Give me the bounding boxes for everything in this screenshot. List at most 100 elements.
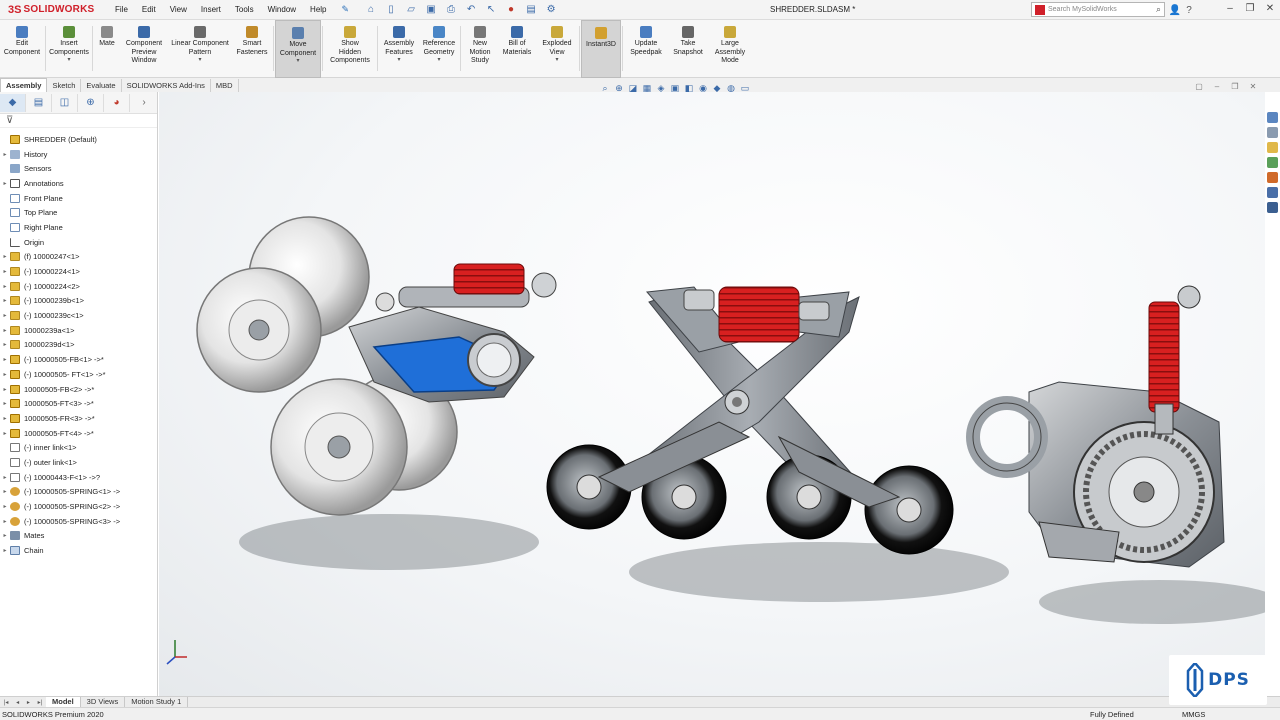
ribbon-button-linear-component-pattern[interactable]: Linear Component Pattern ▾ (168, 20, 232, 78)
view-palette-icon[interactable] (1267, 157, 1278, 168)
tree-node[interactable]: ▸ (-) 10000505- FT<1> ->* (0, 367, 157, 382)
solidworks-logo[interactable]: 3S SOLIDWORKS (0, 0, 108, 20)
expand-icon[interactable]: ▸ (0, 474, 10, 481)
expand-icon[interactable]: ▸ (0, 430, 10, 437)
tab-evaluate[interactable]: Evaluate (81, 79, 122, 92)
tree-node[interactable]: ▸ (-) 10000505-FB<1> ->* (0, 352, 157, 367)
home-icon[interactable]: ⌂ (363, 2, 379, 18)
chevron-down-icon[interactable]: ▾ (437, 57, 440, 63)
ribbon-button-instant3d[interactable]: Instant3D (581, 20, 621, 78)
menu-help[interactable]: Help (303, 0, 333, 20)
tree-node[interactable]: ▸ (-) 10000505-SPRING<2> -> (0, 499, 157, 514)
display-manager-icon[interactable]: ◕ (104, 93, 130, 112)
ribbon-button-exploded-view[interactable]: Exploded View ▾ (536, 20, 578, 78)
bottom-tab-3d-views[interactable]: 3D Views (81, 697, 126, 707)
tree-node[interactable]: (-) inner link<1> (0, 440, 157, 455)
options-gear-icon[interactable]: ⚙ (543, 2, 559, 18)
tree-node[interactable]: Origin (0, 235, 157, 250)
expand-icon[interactable]: ▸ (0, 503, 10, 510)
ribbon-button-insert-components[interactable]: Insert Components ▾ (47, 20, 91, 78)
tab-scroll-arrows[interactable]: |◂ ◂ ▸ ▸| (0, 697, 46, 707)
ribbon-button-edit-component[interactable]: Edit Component (0, 20, 44, 78)
expand-icon[interactable]: ▸ (0, 386, 10, 393)
restore-icon[interactable]: ❐ (1240, 0, 1260, 20)
chevron-down-icon[interactable]: ▾ (397, 57, 400, 63)
save-icon[interactable]: ▣ (423, 2, 439, 18)
ribbon-button-show-hidden-components[interactable]: Show Hidden Components (324, 20, 376, 78)
expand-icon[interactable]: ▸ (0, 518, 10, 525)
next-tab-icon[interactable]: ▸ (27, 699, 30, 706)
tree-node[interactable]: ▸ (-) 10000505-SPRING<3> -> (0, 514, 157, 529)
expand-icon[interactable]: ▸ (0, 151, 10, 158)
expand-icon[interactable]: ▸ (0, 415, 10, 422)
tree-node[interactable]: ▸ (f) 10000247<1> (0, 250, 157, 265)
ribbon-button-take-snapshot[interactable]: Take Snapshot (668, 20, 708, 78)
expand-icon[interactable]: ▸ (0, 547, 10, 554)
tree-node[interactable]: Front Plane (0, 191, 157, 206)
menu-tools[interactable]: Tools (228, 0, 261, 20)
print-icon[interactable]: ⎙ (443, 2, 459, 18)
ribbon-button-component-preview-window[interactable]: Component Preview Window (120, 20, 168, 78)
close-icon[interactable]: ✕ (1260, 0, 1280, 20)
viewport-minimize-icon[interactable]: ▢ (1190, 82, 1208, 91)
viewport-tile-icon[interactable]: ❐ (1226, 82, 1244, 91)
tree-node[interactable]: ▸ Mates (0, 529, 157, 544)
ribbon-button-assembly-features[interactable]: Assembly Features ▾ (379, 20, 419, 78)
prev-tab-icon[interactable]: ◂ (16, 699, 19, 706)
rebuild-icon[interactable]: ● (503, 2, 519, 18)
tree-node[interactable]: ▸ (-) 10000224<1> (0, 264, 157, 279)
tree-node[interactable]: ▸ 10000505-FB<2> ->* (0, 382, 157, 397)
search-box[interactable]: Search MySolidWorks ⌕ (1031, 2, 1165, 17)
design-library-icon[interactable] (1267, 127, 1278, 138)
tree-node[interactable]: ▸ (-) 10000443-F<1> ->? (0, 470, 157, 485)
search-input[interactable]: Search MySolidWorks (1048, 6, 1156, 13)
assembly-3d-view[interactable] (159, 92, 1265, 696)
tree-node[interactable]: ▸ (-) 10000505-SPRING<1> -> (0, 485, 157, 500)
tree-node[interactable]: ▸ 10000505-FR<3> ->* (0, 411, 157, 426)
magnifier-icon[interactable]: ⌕ (1156, 4, 1164, 15)
chevron-down-icon[interactable]: ▾ (296, 58, 299, 64)
tree-node[interactable]: Sensors (0, 161, 157, 176)
pin-icon[interactable]: ✎ (334, 4, 358, 15)
expand-icon[interactable]: ▸ (0, 180, 10, 187)
expand-icon[interactable]: ▸ (0, 488, 10, 495)
new-document-icon[interactable]: ▯ (383, 2, 399, 18)
undo-icon[interactable]: ↶ (463, 2, 479, 18)
left-wheel-assembly[interactable] (196, 216, 557, 516)
expand-icon[interactable]: ▸ (0, 283, 10, 290)
graphics-area[interactable] (159, 92, 1265, 696)
expand-icon[interactable]: ▸ (0, 312, 10, 319)
bottom-tab-model[interactable]: Model (46, 697, 81, 707)
expand-icon[interactable]: ▸ (0, 268, 10, 275)
expand-icon[interactable]: ▸ (0, 327, 10, 334)
file-properties-icon[interactable]: ▤ (523, 2, 539, 18)
file-explorer-icon[interactable] (1267, 142, 1278, 153)
ribbon-button-reference-geometry[interactable]: Reference Geometry ▾ (419, 20, 459, 78)
ribbon-button-move-component[interactable]: Move Component ▾ (275, 20, 321, 78)
ribbon-button-new-motion-study[interactable]: New Motion Study (462, 20, 498, 78)
ribbon-button-large-assembly-mode[interactable]: Large Assembly Mode (708, 20, 752, 78)
tree-root-node[interactable]: SHREDDER (Default) (0, 132, 157, 147)
configuration-manager-icon[interactable]: ◫ (52, 93, 78, 112)
tree-node[interactable]: ▸ 10000239d<1> (0, 338, 157, 353)
tree-node[interactable]: ▸ (-) 10000224<2> (0, 279, 157, 294)
appearances-icon[interactable] (1267, 172, 1278, 183)
tree-node[interactable]: Top Plane (0, 205, 157, 220)
tree-node[interactable]: ▸ Annotations (0, 176, 157, 191)
viewport-close-icon[interactable]: ✕ (1244, 82, 1262, 91)
tree-node[interactable]: ▸ 10000239a<1> (0, 323, 157, 338)
tree-node[interactable]: Right Plane (0, 220, 157, 235)
minimize-icon[interactable]: – (1220, 0, 1240, 20)
first-tab-icon[interactable]: |◂ (4, 699, 9, 706)
tree-node[interactable]: ▸ (-) 10000239c<1> (0, 308, 157, 323)
expand-icon[interactable]: ▸ (0, 341, 10, 348)
bottom-tab-motion-study-1[interactable]: Motion Study 1 (125, 697, 189, 707)
custom-properties-icon[interactable] (1267, 187, 1278, 198)
middle-leg-assembly[interactable] (546, 286, 954, 555)
property-manager-icon[interactable]: ▤ (26, 93, 52, 112)
menu-edit[interactable]: Edit (135, 0, 163, 20)
filter-icon[interactable]: ⊽ (0, 114, 157, 128)
menu-view[interactable]: View (163, 0, 194, 20)
ribbon-button-update-speedpak[interactable]: Update Speedpak (624, 20, 668, 78)
expand-icon[interactable]: ▸ (0, 253, 10, 260)
